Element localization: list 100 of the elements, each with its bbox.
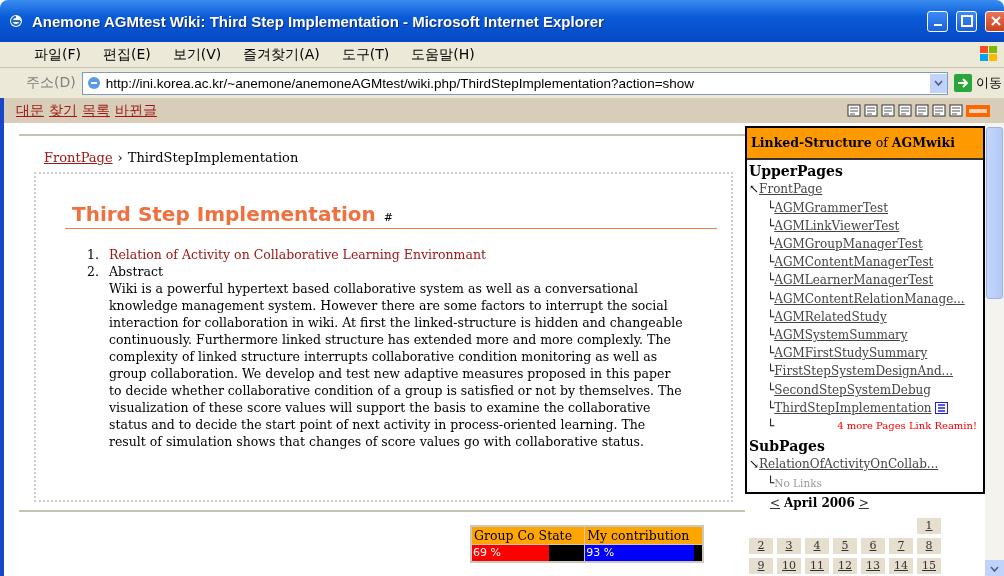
- arrow-marker: ↘: [749, 456, 760, 474]
- arrow-marker: ↖: [749, 181, 760, 199]
- nav-link[interactable]: 찾기: [49, 101, 77, 120]
- tree-branch: └: [767, 474, 775, 492]
- caret-icon: [934, 80, 943, 86]
- breadcrumb-current: ThirdStepImplementation: [127, 150, 299, 165]
- minimize-icon: [933, 24, 942, 26]
- address-label: 주소(D): [26, 74, 76, 92]
- calendar-day[interactable]: 13: [861, 557, 885, 574]
- toolbar-icon[interactable]: [881, 104, 895, 117]
- menu-item[interactable]: 편집(E): [103, 45, 151, 64]
- nav-link[interactable]: 목록: [82, 101, 110, 120]
- close-icon: [990, 16, 1001, 26]
- section-title: Abstract: [109, 263, 164, 280]
- page-link[interactable]: FrontPage: [759, 180, 823, 199]
- panel-title: Linked-Structure of AGMwiki: [747, 128, 983, 161]
- tree-branch: └: [767, 381, 775, 399]
- next-month-link[interactable]: >: [858, 495, 869, 510]
- page-link[interactable]: AGMContentManagerTest: [774, 253, 934, 272]
- previous-month-link[interactable]: <: [770, 495, 781, 510]
- abstract-paragraph: Wiki is a powerful hypertext based collaborative system as well as a conversational knowledge management system. However there are some factors to interrupt the social interaction for collaboration in wiki. At first the linked-structure is hidden and changeable continuously. Furthermore linked structure has extended more and more complexly. The complexity of linked structure interrupts collaborative condition monitoring as well as group collaboration. We develop and test new adaptive measures proposed in this paper to decide whether collaborative condition of a group is satisfied or not by themselves. The visualization of these score values will support the basis to examine the collaborative status and to decide the start point of next activity in process-oriented learning. The result of simulation shows that changes of score values go with collaborative status.: [109, 280, 684, 450]
- progress-reading: 93 %: [586, 546, 615, 559]
- nav-link[interactable]: 바뀐글: [115, 101, 157, 120]
- menu-item[interactable]: 도구(T): [341, 45, 390, 64]
- calendar-day[interactable]: 3: [777, 537, 801, 554]
- calendar-day[interactable]: 8: [917, 537, 941, 554]
- column-header: My contribution: [584, 526, 703, 545]
- page-link[interactable]: AGMSystemSummary: [774, 326, 908, 345]
- calendar-day[interactable]: 10: [777, 557, 801, 574]
- go-button[interactable]: 이동: [954, 74, 1004, 92]
- maximize-icon: [960, 15, 973, 27]
- list-number: 1.: [86, 246, 99, 263]
- tree-branch: └: [767, 344, 775, 363]
- scroll-thumb[interactable]: [986, 127, 1003, 299]
- tree-branch: └: [767, 417, 775, 436]
- page-link[interactable]: AGMLinkViewerTest: [774, 216, 900, 235]
- section-heading: UpperPages: [749, 162, 844, 181]
- tree-branch: └: [767, 326, 775, 345]
- page-link[interactable]: AGMLearnerManagerTest: [774, 271, 934, 290]
- menu-item[interactable]: 파일(F): [34, 45, 81, 64]
- page-link[interactable]: RelationOfActivityOnCollab...: [759, 455, 939, 474]
- toolbar-icon[interactable]: [949, 104, 963, 117]
- browser-icon: [8, 13, 24, 29]
- calendar-day[interactable]: 11: [805, 557, 829, 574]
- more-links-note: 4 more Pages Link Reamin!: [837, 419, 977, 434]
- dropdown-button[interactable]: [930, 73, 947, 93]
- window-title: Anemone AGMtest Wiki: Third Step Implementation - Microsoft Internet Explorer: [32, 12, 605, 30]
- calendar-title: April 2006: [784, 495, 855, 510]
- menu-item[interactable]: 도움말(H): [411, 45, 475, 64]
- tree-branch: └: [767, 290, 775, 308]
- calendar-day[interactable]: 9: [749, 557, 773, 574]
- toc-link[interactable]: Relation of Activity on Collaborative Learning Environmant: [109, 246, 486, 263]
- address-field[interactable]: http://ini.korea.ac.kr/~anemone/anemoneAGMtest/wiki.php/ThirdStepImplementation?action=show: [81, 71, 948, 95]
- tree-branch: └: [767, 199, 775, 217]
- toolbar-icon[interactable]: [864, 104, 878, 117]
- section-heading: SubPages: [749, 437, 826, 456]
- tree-branch: └: [767, 235, 775, 253]
- tree-branch: └: [767, 399, 775, 417]
- page-link[interactable]: FirstStepSystemDesignAnd...: [774, 362, 954, 381]
- page-link[interactable]: AGMGroupManagerTest: [774, 235, 923, 254]
- calendar-day[interactable]: 14: [889, 557, 913, 574]
- column-header: Group Co State: [471, 526, 585, 545]
- tree-branch: └: [767, 362, 775, 381]
- page-link[interactable]: ThirdStepImplementation: [774, 398, 932, 418]
- menu-item[interactable]: 보기(V): [172, 45, 222, 64]
- calendar-day[interactable]: 12: [833, 557, 857, 574]
- toolbar-icon[interactable]: [915, 104, 929, 117]
- caret-icon: [990, 565, 999, 572]
- calendar-day[interactable]: 15: [917, 557, 941, 574]
- breadcrumb-link[interactable]: FrontPage: [44, 150, 113, 165]
- menu-item[interactable]: 즐겨찾기(A): [243, 45, 320, 64]
- page-heading: Third Step Implementation #: [65, 202, 717, 229]
- page-link[interactable]: AGMFirstStudySummary: [774, 344, 928, 363]
- calendar-day[interactable]: 4: [805, 537, 829, 554]
- tree-branch: └: [767, 271, 775, 290]
- progress-reading: 69 %: [473, 546, 501, 559]
- toolbar-icon[interactable]: [847, 104, 861, 117]
- tree-branch: └: [767, 308, 775, 326]
- calendar-day[interactable]: 1: [917, 517, 941, 534]
- tree-branch: └: [767, 253, 775, 272]
- list-number: 2.: [86, 263, 99, 281]
- calendar-day[interactable]: 2: [749, 537, 773, 554]
- breadcrumb-separator: ›: [117, 150, 123, 165]
- page-link[interactable]: SecondStepSystemDebug: [774, 380, 931, 399]
- maximize-button[interactable]: [956, 10, 977, 32]
- close-button[interactable]: [985, 10, 1004, 32]
- calendar-day[interactable]: 5: [833, 537, 857, 554]
- calendar-day[interactable]: 7: [889, 537, 913, 554]
- windows-logo-icon: [978, 44, 1000, 64]
- toolbar-icon[interactable]: [898, 104, 912, 117]
- calendar-day[interactable]: 6: [861, 537, 885, 554]
- tree-branch: └: [767, 217, 775, 235]
- page-link[interactable]: AGMGrammerTest: [774, 198, 888, 217]
- page-link[interactable]: AGMContentRelationManage...: [774, 289, 965, 308]
- page-link[interactable]: AGMRelatedStudy: [774, 307, 887, 327]
- no-links-note: No Links: [774, 476, 822, 491]
- scroll-down-button[interactable]: [985, 560, 1004, 576]
- minimize-button[interactable]: [927, 10, 948, 32]
- nav-link[interactable]: 대문: [16, 101, 44, 120]
- toolbar-icon[interactable]: [932, 104, 946, 117]
